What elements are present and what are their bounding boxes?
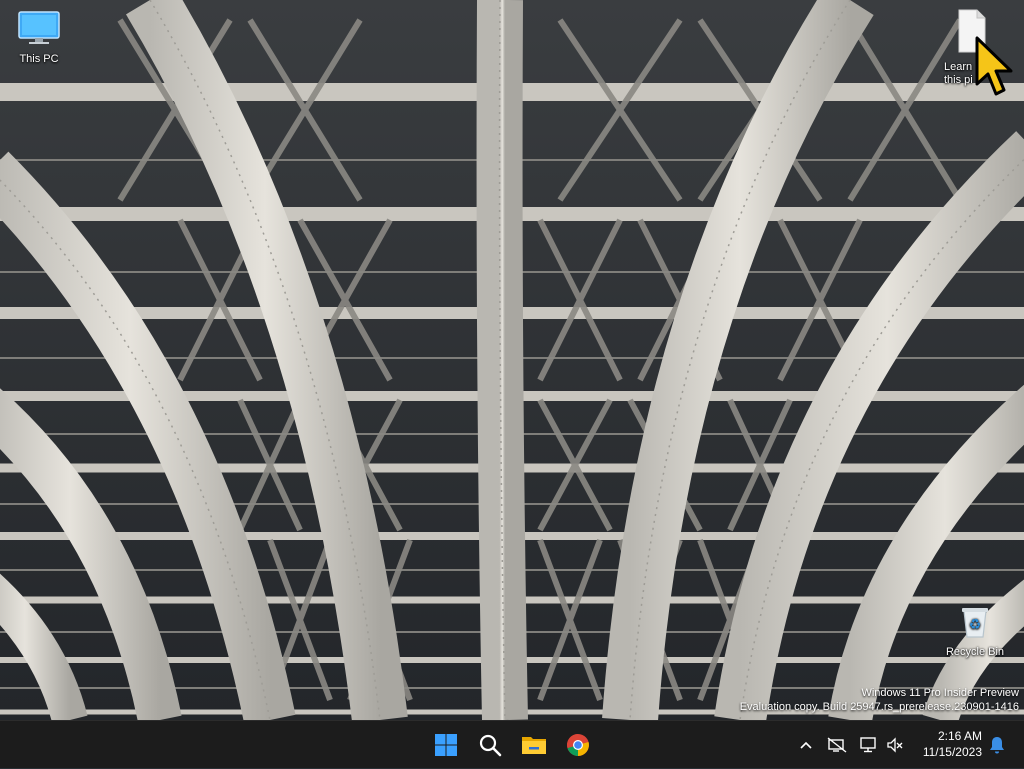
watermark-edition: Windows 11 Pro Insider Preview [861,687,1019,699]
chrome-button[interactable] [560,727,596,763]
show-hidden-icons-button[interactable] [796,721,816,769]
chrome-icon [567,734,589,756]
desktop-wallpaper [0,0,1024,720]
notifications-button[interactable] [986,721,1008,769]
svg-text:♻: ♻ [969,617,982,633]
clock-time: 2:16 AM [937,729,982,743]
search-button[interactable] [472,727,508,763]
search-icon [479,734,502,757]
start-button[interactable] [428,727,464,763]
file-explorer-icon [522,737,546,754]
mouse-cursor-icon [974,36,1014,105]
recycle-bin-icon: ♻ [940,603,1010,643]
volume-button[interactable] [885,721,905,769]
network-status-button[interactable] [826,721,848,769]
watermark-build: Evaluation copy. Build 25947.rs_prerelea… [739,701,1019,713]
taskbar: 2:16 AM 11/15/2023 [0,720,1024,768]
clock-date: 11/15/2023 [922,745,982,759]
display-status-button[interactable] [858,721,880,769]
desktop-icon-label: This PC [19,53,59,65]
desktop-icon-label: Recycle Bin [945,646,1005,658]
bell-icon [990,737,1004,754]
file-explorer-button[interactable] [516,727,552,763]
chevron-up-icon [800,741,812,749]
desktop-icon-recycle-bin[interactable]: ♻ Recycle Bin [940,603,1010,659]
taskbar-clock[interactable]: 2:16 AM 11/15/2023 [912,728,982,760]
os-build-watermark: Windows 11 Pro Insider Preview Evaluatio… [740,686,1019,714]
this-pc-icon [4,10,74,50]
display-icon [860,737,876,753]
volume-muted-icon [887,737,903,753]
windows-start-icon [435,734,457,756]
network-disconnected-icon [827,737,847,753]
desktop-icon-this-pc[interactable]: This PC [4,10,74,66]
